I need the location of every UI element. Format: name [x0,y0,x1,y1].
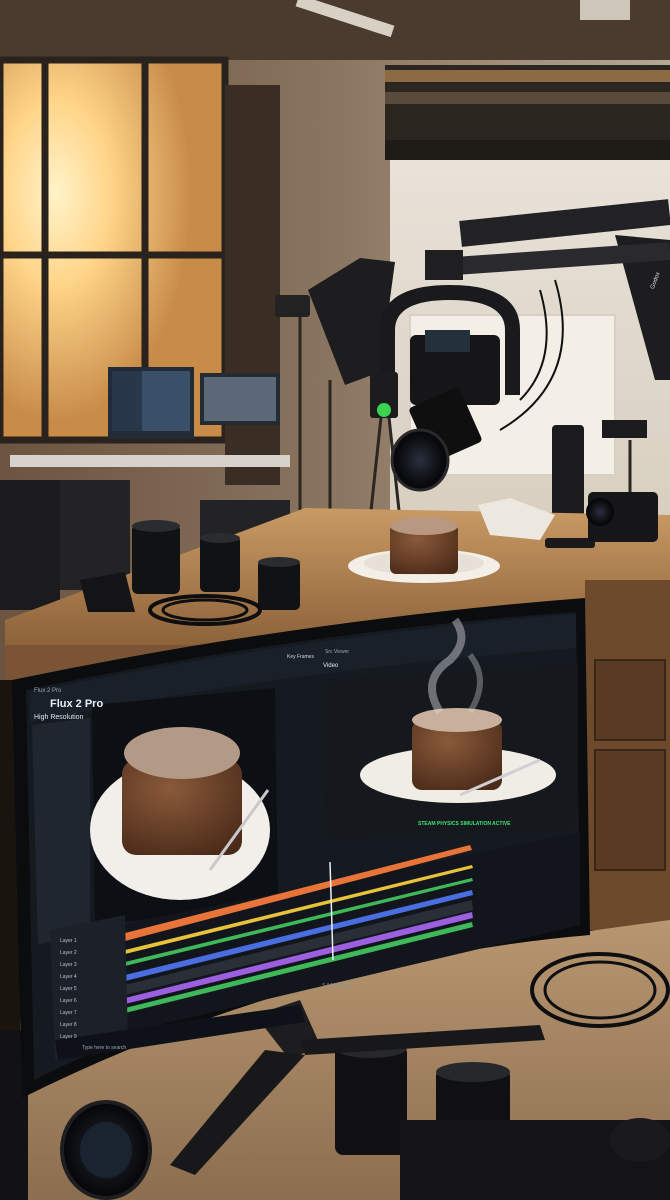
layer-item[interactable]: Layer 4 [60,974,77,980]
layer-item[interactable]: Layer 3 [60,962,77,968]
window-title: Flux 2 Pro [34,688,62,694]
layer-item[interactable]: Layer 5 [60,986,77,992]
layer-item[interactable]: Layer 2 [60,950,77,956]
status-banner: STEAM PHYSICS SIMULATION ACTIVE [418,821,511,827]
tab-src-viewer[interactable]: Src Viewer [325,649,349,655]
monitor-brand-logo: SAMSUNG [322,983,355,989]
studio-scene [0,0,670,1200]
layer-item[interactable]: Layer 8 [60,1022,77,1028]
preset-dropdown[interactable]: High Resolution [34,714,83,721]
viewer-label: Video [323,663,339,669]
app-name: Flux 2 Pro [50,698,104,710]
taskbar-search-input[interactable]: Type here to search [82,1045,126,1051]
layer-item[interactable]: Layer 6 [60,998,77,1004]
tab-key-frames[interactable]: Key Frames [287,654,314,660]
layer-item[interactable]: Layer 7 [60,1010,77,1016]
layer-item[interactable]: Layer 9 [60,1034,77,1040]
layer-item[interactable]: Layer 1 [60,938,77,944]
